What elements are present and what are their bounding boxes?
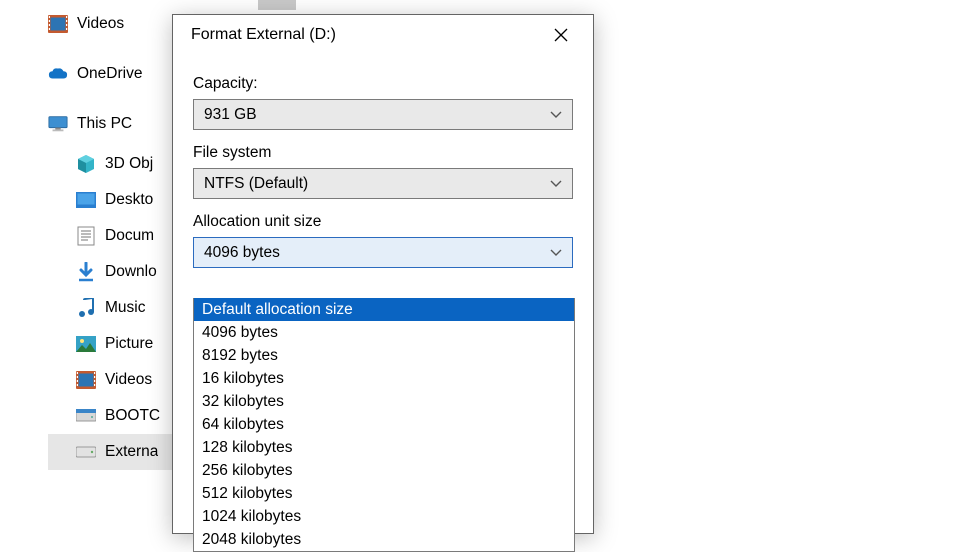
dialog-body: Capacity: 931 GB File system NTFS (Defau…: [173, 55, 593, 268]
capacity-value: 931 GB: [204, 106, 257, 124]
allocation-combo[interactable]: 4096 bytes: [193, 237, 573, 268]
allocation-option[interactable]: 1024 kilobytes: [194, 505, 574, 528]
tree-item-label: Videos: [105, 371, 152, 389]
allocation-option[interactable]: 32 kilobytes: [194, 390, 574, 413]
external-drive-icon: [76, 442, 96, 462]
tree-item-label: Downlo: [105, 263, 157, 281]
chevron-down-icon: [550, 246, 562, 260]
tree-item-label: BOOTC: [105, 407, 160, 425]
tree-item-label: Externa: [105, 443, 158, 461]
tree-item-label: Docum: [105, 227, 154, 245]
allocation-option[interactable]: 16 kilobytes: [194, 367, 574, 390]
desktop-icon: [76, 190, 96, 210]
close-button[interactable]: [541, 19, 581, 51]
dialog-title: Format External (D:): [191, 26, 336, 44]
filesystem-label: File system: [193, 144, 573, 162]
downloads-icon: [76, 262, 96, 282]
capacity-combo[interactable]: 931 GB: [193, 99, 573, 130]
drive-icon: [76, 406, 96, 426]
allocation-value: 4096 bytes: [204, 244, 280, 262]
allocation-option[interactable]: Default allocation size: [194, 298, 574, 321]
video-icon: [48, 14, 68, 34]
chevron-down-icon: [550, 177, 562, 191]
allocation-option[interactable]: 64 kilobytes: [194, 413, 574, 436]
3d-objects-icon: [76, 154, 96, 174]
allocation-dropdown: Default allocation size4096 bytes8192 by…: [193, 298, 575, 552]
chevron-down-icon: [550, 108, 562, 122]
capacity-label: Capacity:: [193, 75, 573, 93]
filesystem-value: NTFS (Default): [204, 175, 308, 193]
allocation-option[interactable]: 512 kilobytes: [194, 482, 574, 505]
tree-item-label: This PC: [77, 115, 132, 133]
documents-icon: [76, 226, 96, 246]
this-pc-icon: [48, 114, 68, 134]
allocation-option[interactable]: 128 kilobytes: [194, 436, 574, 459]
allocation-option[interactable]: 256 kilobytes: [194, 459, 574, 482]
tree-item-label: Picture: [105, 335, 153, 353]
onedrive-icon: [48, 64, 68, 84]
tree-item-label: Videos: [77, 15, 124, 33]
tree-item-label: Music: [105, 299, 145, 317]
dialog-titlebar: Format External (D:): [173, 15, 593, 55]
ribbon-handle: [258, 0, 296, 10]
allocation-label: Allocation unit size: [193, 213, 573, 231]
tree-item-label: Deskto: [105, 191, 153, 209]
tree-item-label: OneDrive: [77, 65, 142, 83]
music-icon: [76, 298, 96, 318]
close-icon: [554, 28, 568, 42]
allocation-option[interactable]: 8192 bytes: [194, 344, 574, 367]
allocation-option[interactable]: 4096 bytes: [194, 321, 574, 344]
tree-item-label: 3D Obj: [105, 155, 153, 173]
format-dialog: Format External (D:) Capacity: 931 GB Fi…: [172, 14, 594, 534]
video-icon: [76, 370, 96, 390]
filesystem-combo[interactable]: NTFS (Default): [193, 168, 573, 199]
pictures-icon: [76, 334, 96, 354]
